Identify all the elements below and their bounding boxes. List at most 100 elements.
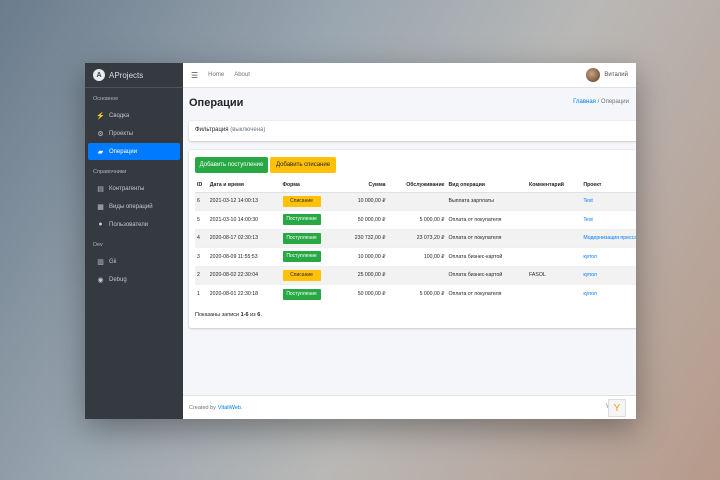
cell-project-text[interactable]: Test <box>583 217 593 223</box>
cell-kind-text: Выплата зарплаты <box>448 198 494 205</box>
cell-sum: 10 000,00 ₽ <box>339 191 388 211</box>
cell-datetime-text: 2020-08-09 11:55:53 <box>209 253 258 260</box>
cell-form: Поступление <box>280 247 340 266</box>
cell-sum: 230 732,00 ₽ <box>339 228 388 248</box>
sidebar-item-11[interactable]: ▦ Виды операций <box>88 198 180 215</box>
column-header[interactable]: ID <box>195 179 208 193</box>
cell-service-text: 23 073,20 ₽ <box>416 235 445 242</box>
filter-title: Фильтрация (выключена) <box>195 127 265 133</box>
cell-project: купол <box>581 247 636 266</box>
filter-state: (выключена) <box>230 127 266 133</box>
cell-comment-text: FASOL <box>529 272 546 279</box>
contacts-icon: ▤ <box>97 185 104 193</box>
cell-datetime-text: 2020-08-01 22:30:18 <box>209 291 258 297</box>
cell-id: 1 <box>195 284 208 303</box>
cell-datetime: 2020-08-02 22:30:04 <box>207 265 281 285</box>
sidebar-item-label: Gii <box>109 258 117 265</box>
column-header[interactable]: Проект <box>581 179 636 193</box>
table-header-row: ID Дата и время Форма Сумма Обслуживание Вид … <box>195 179 636 193</box>
app-window: A AProjects Основное ⚡ Сводка ⚙ Проекты ▰ Опер… <box>85 63 636 419</box>
operations-table: ID Дата и время Форма Сумма Обслуживание Вид … <box>195 179 636 303</box>
table-row[interactable]: 6 2021-03-12 14:00:13 Списание 10 000,00 ₽ В… <box>195 191 636 211</box>
cell-service-text: 5 000,00 ₽ <box>419 216 445 223</box>
cell-form: Поступление <box>280 228 340 248</box>
nav-link-home[interactable]: Home <box>208 72 224 78</box>
cell-project-text[interactable]: купол <box>583 291 597 297</box>
cell-comment: FASOL <box>527 265 582 285</box>
cell-id-text: 3 <box>197 253 200 260</box>
summary-suffix: . <box>260 312 262 318</box>
breadcrumb-separator: / <box>597 99 600 105</box>
column-header[interactable]: Обслуживание <box>387 179 447 193</box>
cell-sum-text: 50 000,00 ₽ <box>357 216 386 223</box>
operations-card: Добавить поступление Добавить списание I… <box>189 150 636 328</box>
footer: Created by VitaliWeb. V Y <box>183 395 636 419</box>
code-icon: ▥ <box>97 258 104 266</box>
cell-datetime: 2020-08-09 11:55:53 <box>207 247 281 266</box>
add-expense-button[interactable]: Добавить списание <box>270 157 336 173</box>
sidebar-item-2[interactable]: ▰ Операции <box>88 143 180 160</box>
menu-toggle-icon[interactable]: ☰ <box>191 71 198 80</box>
cell-sum: 50 000,00 ₽ <box>339 210 388 229</box>
sidebar-item-21[interactable]: ◉ Debug <box>88 271 180 288</box>
user-name: Виталий <box>604 72 628 78</box>
cell-datetime: 2021-03-12 14:00:13 <box>207 191 281 211</box>
cell-kind-text: Оплата от покупателя <box>448 216 502 223</box>
table-row[interactable]: 2 2020-08-02 22:30:04 Списание 25 000,00 ₽ О… <box>195 265 636 285</box>
breadcrumb-home[interactable]: Главная <box>573 99 596 105</box>
debug-icon: ◉ <box>97 276 104 284</box>
column-header[interactable]: Вид операции <box>446 179 528 193</box>
table-row[interactable]: 3 2020-08-09 11:55:53 Поступление 10 000,00… <box>195 247 636 266</box>
nav-section-header: Dev <box>93 242 103 248</box>
summary-range: 1-6 <box>240 312 249 318</box>
filter-panel[interactable]: Фильтрация (выключена) + <box>189 121 636 141</box>
cell-datetime-text: 2021-03-10 14:00:30 <box>209 216 258 223</box>
nav-link-about[interactable]: About <box>234 72 250 78</box>
table-row[interactable]: 4 2020-08-17 02:30:13 Поступление 230 732,0… <box>195 228 636 248</box>
column-header[interactable]: Сумма <box>339 179 388 193</box>
sidebar-item-12[interactable]: ● Пользователи <box>88 216 180 233</box>
cell-id-text: 6 <box>197 198 200 205</box>
column-header[interactable]: Дата и время <box>207 179 281 193</box>
add-income-button[interactable]: Добавить поступление <box>195 157 268 173</box>
user-menu[interactable]: Виталий <box>586 68 628 82</box>
cell-service-text: 100,00 ₽ <box>423 253 445 260</box>
sidebar-item-label: Пользователи <box>109 221 149 228</box>
sidebar-item-0[interactable]: ⚡ Сводка <box>88 107 180 124</box>
cell-project-text[interactable]: Test <box>583 198 593 204</box>
cell-sum-text: 230 732,00 ₽ <box>354 235 386 242</box>
column-header[interactable]: Комментарий <box>527 179 582 193</box>
cell-project-text[interactable]: купол <box>583 254 597 260</box>
table-row[interactable]: 1 2020-08-01 22:30:18 Поступление 50 000,00… <box>195 284 636 303</box>
yii-debug-icon[interactable]: Y <box>608 399 626 417</box>
brand-name: AProjects <box>109 70 144 80</box>
chart-icon: ⚡ <box>96 112 105 120</box>
cell-sum-text: 10 000,00 ₽ <box>357 198 386 205</box>
brand[interactable]: A AProjects <box>85 63 183 88</box>
cell-project: Test <box>581 210 636 229</box>
cell-sum: 25 000,00 ₽ <box>339 265 388 285</box>
sidebar-item-label: Операции <box>109 148 138 155</box>
footer-author-link[interactable]: VitaliWeb <box>218 405 241 411</box>
cell-form: Списание <box>280 191 340 211</box>
cell-id-text: 2 <box>197 272 200 279</box>
nav-section-header: Справочники <box>93 169 127 175</box>
wallet-icon: ▰ <box>97 148 104 156</box>
cell-kind: Оплата от покупателя <box>446 228 528 248</box>
sidebar-item-1[interactable]: ⚙ Проекты <box>88 125 180 142</box>
sidebar-item-label: Виды операций <box>109 203 153 210</box>
footer-author-suffix: . <box>240 404 243 411</box>
cell-kind-text: Оплата бизнес-картой <box>448 272 503 279</box>
cell-project-text[interactable]: купол <box>583 272 597 278</box>
cell-sum-text: 10 000,00 ₽ <box>357 253 386 260</box>
cell-id-text: 4 <box>197 235 200 242</box>
sidebar-item-10[interactable]: ▤ Контрагенты <box>88 180 180 197</box>
cell-kind: Выплата зарплаты <box>446 191 528 211</box>
sidebar-item-label: Проекты <box>109 130 134 137</box>
column-header[interactable]: Форма <box>280 179 340 193</box>
sidebar-item-20[interactable]: ▥ Gii <box>88 253 180 270</box>
cell-service: 100,00 ₽ <box>387 247 447 266</box>
filter-label: Фильтрация <box>195 127 229 133</box>
cell-project-text[interactable]: Модернизация пресса <box>583 235 636 241</box>
table-row[interactable]: 5 2021-03-10 14:00:30 Поступление 50 000,00… <box>195 210 636 229</box>
